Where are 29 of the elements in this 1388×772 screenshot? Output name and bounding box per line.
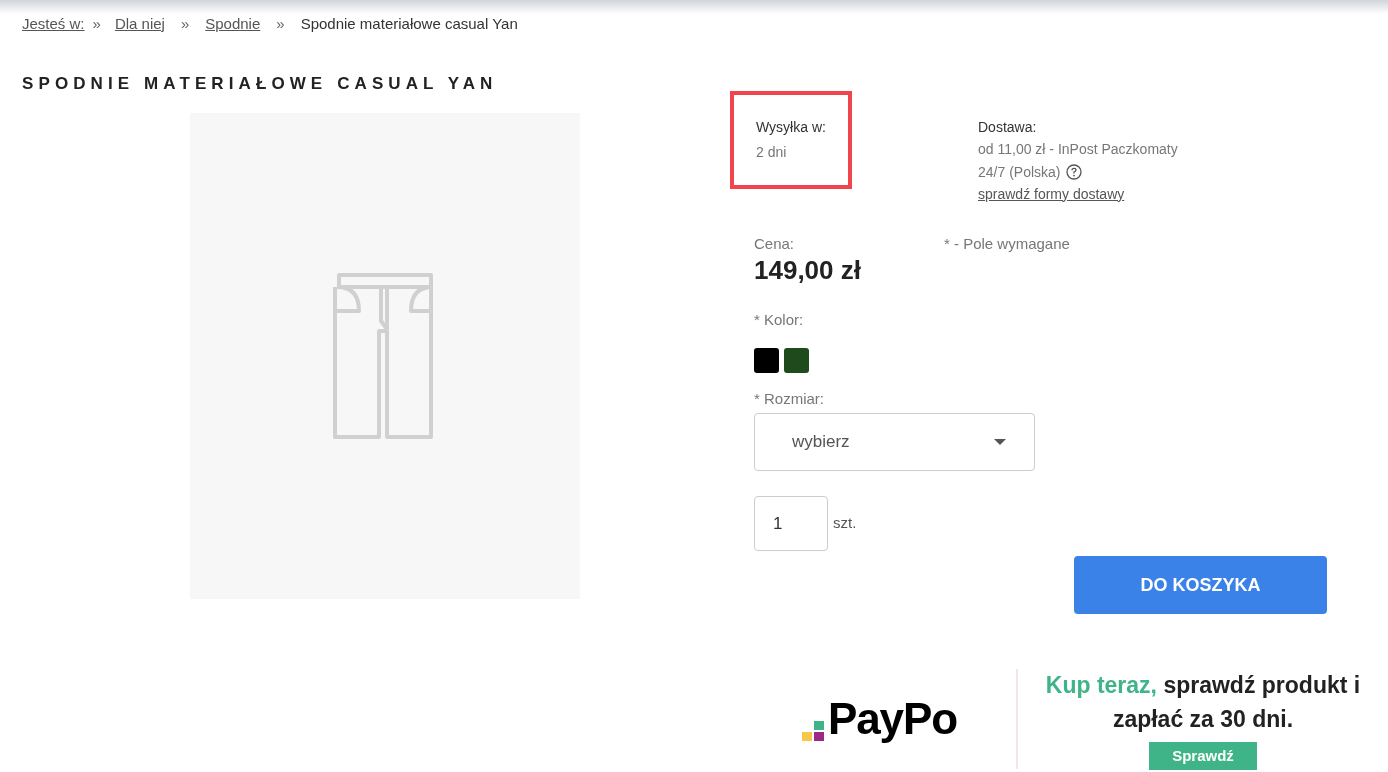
size-label: * Rozmiar: [754, 388, 825, 409]
delivery-options-link[interactable]: sprawdź formy dostawy [978, 183, 1125, 205]
product-title: SPODNIE MATERIAŁOWE CASUAL YAN [22, 73, 499, 95]
color-swatch[interactable] [754, 347, 779, 373]
size-select[interactable]: wybierz [754, 413, 1035, 471]
paypo-headline: Kup teraz, sprawdź produkt i zapłać za 30 dni. [1044, 671, 1362, 734]
breadcrumb-link[interactable]: Jesteś w: [22, 12, 85, 36]
color-label: * Kolor: [754, 310, 805, 330]
delivery-info: od 11,00 zł - InPost Paczkomaty 24/7 (Polska) [978, 139, 1179, 182]
add-to-cart-button[interactable]: DO KOSZYKA [1074, 556, 1327, 614]
price-label: Cena: [754, 233, 796, 254]
breadcrumb-link[interactable]: Spodnie [205, 12, 261, 36]
delivery-label: Dostawa: [978, 117, 1038, 137]
shipping-value: 2 dni [756, 142, 788, 162]
caret-icon [994, 439, 1006, 445]
quantity-field[interactable]: 1 [754, 496, 828, 551]
price: 149,00 zł [754, 255, 862, 285]
required-note: * - Pole wymagane [944, 233, 1070, 254]
breadcrumb-current: Spodnie materiałowe casual Yan [300, 13, 518, 34]
shipping-label: Wysyłka w: [756, 117, 826, 137]
breadcrumb-separator: » [180, 13, 190, 34]
color-swatch[interactable] [784, 347, 809, 373]
paypo-logo: PayPo [802, 697, 1012, 741]
breadcrumb-separator: » [276, 13, 285, 34]
breadcrumb-link[interactable]: Dla niej [114, 12, 165, 36]
breadcrumb-separator: » [92, 13, 101, 34]
squares-icon [802, 719, 826, 741]
unit-label: szt. [833, 513, 857, 534]
help-icon[interactable] [1066, 163, 1083, 180]
